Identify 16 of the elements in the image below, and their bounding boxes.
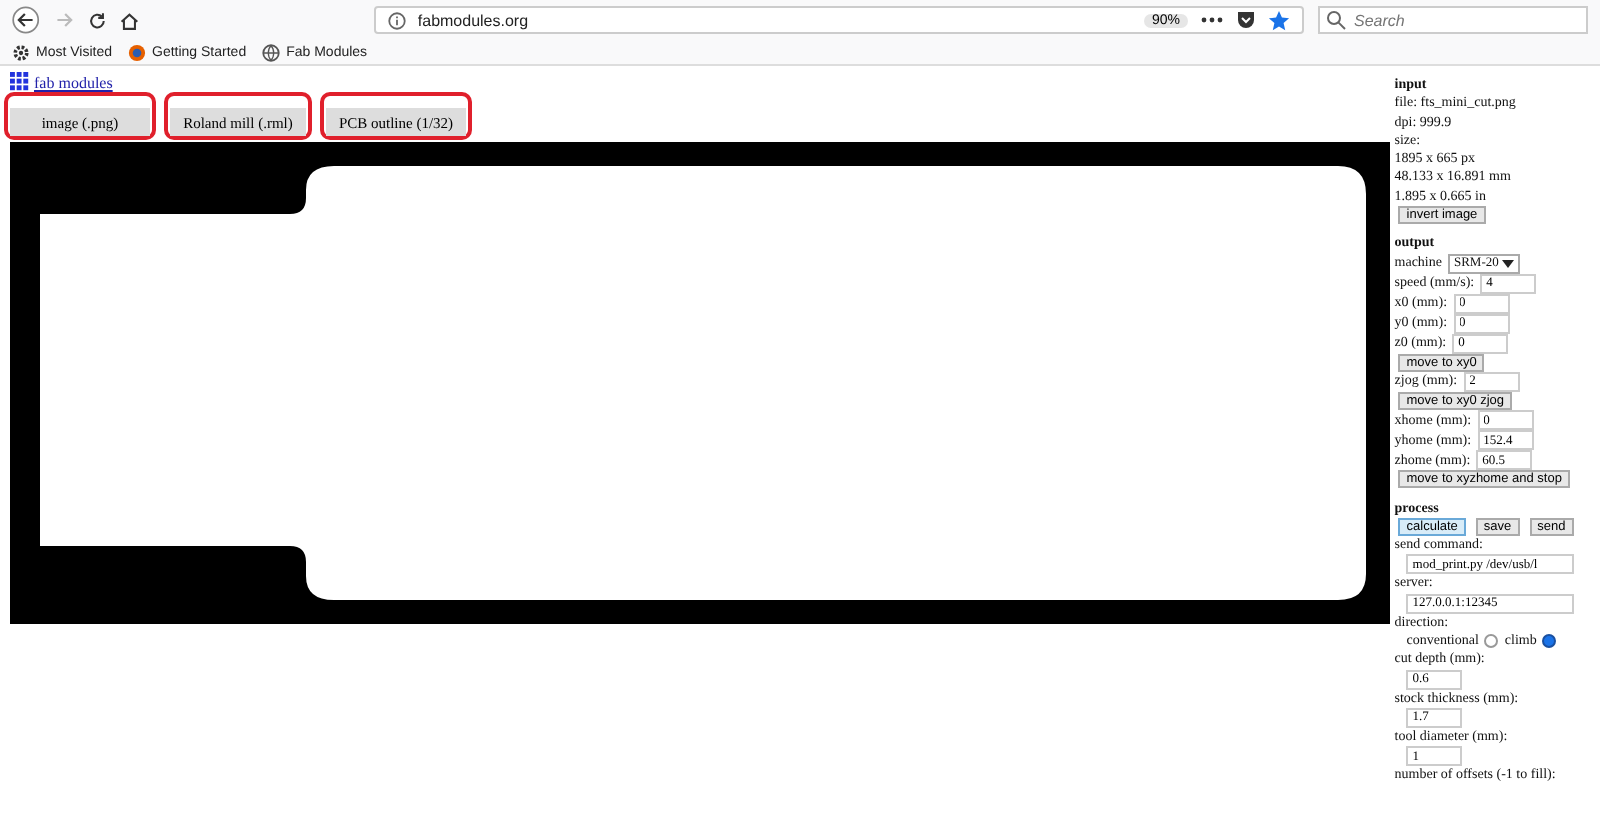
reload-icon[interactable] (88, 9, 107, 31)
radio-button[interactable] (1484, 634, 1499, 649)
home-icon[interactable] (120, 9, 140, 31)
caret-icon (1502, 259, 1515, 268)
url-text: fabmodules.org (417, 11, 529, 29)
info-icon[interactable] (387, 11, 406, 29)
gear-icon (12, 43, 30, 61)
search-field[interactable]: Search (1318, 6, 1589, 34)
star-icon[interactable] (1268, 9, 1291, 31)
radio-button[interactable] (1542, 634, 1557, 649)
grid-icon (10, 72, 30, 92)
title-link[interactable]: fab modules (34, 73, 113, 91)
more-icon[interactable] (1200, 16, 1225, 24)
search-icon (1326, 10, 1347, 30)
shield-icon[interactable] (1236, 10, 1257, 30)
back-icon[interactable] (12, 4, 40, 36)
